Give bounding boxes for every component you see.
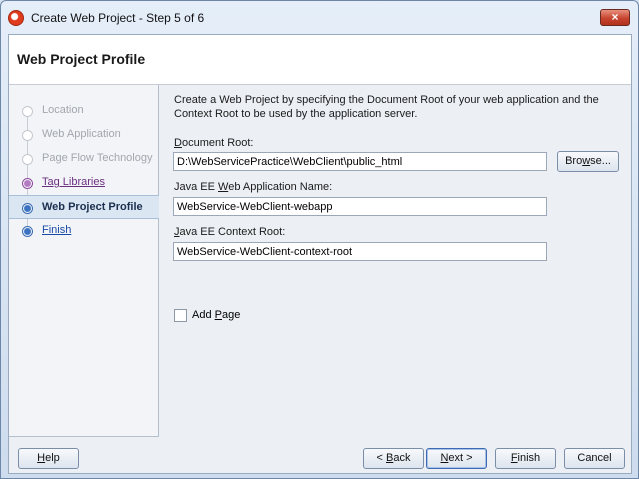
window-title: Create Web Project - Step 5 of 6 — [31, 11, 205, 25]
step-indicator-icon — [22, 154, 33, 165]
button-text: inish — [517, 452, 541, 464]
step-indicator-icon — [22, 130, 33, 141]
step-label: Location — [42, 104, 84, 116]
label-text: age — [221, 309, 241, 321]
help-button[interactable]: Help — [18, 448, 79, 469]
button-text: se... — [590, 155, 611, 167]
add-page-checkbox[interactable] — [174, 309, 187, 322]
label-text: Add — [192, 309, 215, 321]
step-indicator-icon — [22, 203, 33, 214]
label-text: ocument Root: — [181, 137, 254, 149]
page-title: Web Project Profile — [17, 51, 146, 67]
button-text: ack — [393, 452, 411, 464]
close-button[interactable]: × — [600, 9, 630, 26]
step-indicator-icon — [22, 106, 33, 117]
step-label[interactable]: Finish — [42, 224, 71, 236]
web-app-name-input[interactable] — [173, 197, 547, 216]
page-header: Web Project Profile — [9, 35, 631, 85]
step-indicator-icon — [22, 178, 33, 189]
add-page-label[interactable]: Add Page — [192, 309, 240, 321]
mnemonic-letter: w — [582, 155, 591, 167]
label-text: Java EE — [174, 181, 219, 193]
back-button[interactable]: < Back — [363, 448, 424, 469]
mnemonic-letter: H — [37, 452, 46, 464]
jdeveloper-app-icon — [8, 10, 24, 26]
dialog-client-area: Web Project Profile Location Web Applica… — [8, 34, 632, 474]
context-root-input[interactable] — [173, 242, 547, 261]
intro-text: Create a Web Project by specifying the D… — [174, 94, 599, 120]
mnemonic-letter: W — [218, 181, 229, 193]
browse-button[interactable]: Browse... — [557, 151, 619, 172]
step-page-flow-technology: Page Flow Technology — [9, 147, 159, 171]
document-root-label: Document Root: — [174, 137, 254, 149]
wizard-steps-panel: Location Web Application Page Flow Techn… — [9, 85, 159, 437]
button-text: < — [376, 452, 386, 464]
document-root-input[interactable] — [173, 152, 547, 171]
title-bar[interactable]: Create Web Project - Step 5 of 6 × — [1, 1, 638, 34]
create-web-project-dialog: Create Web Project - Step 5 of 6 × Web P… — [0, 0, 639, 479]
mnemonic-letter: P — [214, 309, 222, 321]
button-text: ext > — [448, 452, 473, 464]
finish-button[interactable]: Finish — [495, 448, 556, 469]
step-label: Page Flow Technology — [42, 152, 153, 164]
label-text: ava EE Context Root: — [179, 226, 286, 238]
step-location: Location — [9, 99, 159, 123]
step-finish[interactable]: Finish — [9, 219, 159, 243]
step-label: Web Application — [42, 128, 121, 140]
step-tag-libraries[interactable]: Tag Libraries — [9, 171, 159, 195]
cancel-button[interactable]: Cancel — [564, 448, 625, 469]
step-label: Web Project Profile — [42, 201, 143, 213]
label-text: eb Application Name: — [228, 181, 333, 193]
wizard-content: Create a Web Project by specifying the D… — [160, 85, 631, 437]
step-indicator-icon — [22, 226, 33, 237]
step-label[interactable]: Tag Libraries — [42, 176, 105, 188]
web-app-name-label: Java EE Web Application Name: — [174, 181, 332, 193]
context-root-label: Java EE Context Root: — [174, 226, 285, 238]
button-text: Bro — [565, 155, 583, 167]
mnemonic-letter: F — [510, 452, 518, 464]
button-text: elp — [45, 452, 60, 464]
mnemonic-letter: D — [174, 137, 182, 149]
step-web-project-profile[interactable]: Web Project Profile — [9, 195, 159, 219]
step-web-application: Web Application — [9, 123, 159, 147]
next-button[interactable]: Next > — [426, 448, 487, 469]
